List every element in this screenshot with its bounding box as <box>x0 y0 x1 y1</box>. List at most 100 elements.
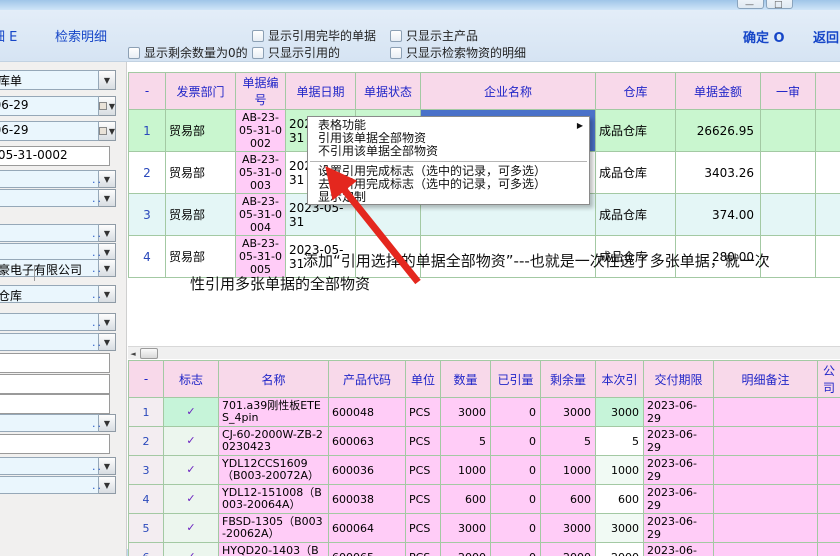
combo-input[interactable] <box>0 333 99 351</box>
detail-cell-unit[interactable]: PCS <box>406 543 441 556</box>
doc-cell-amount[interactable]: 3403.26 <box>676 152 761 194</box>
detail-cell-company[interactable] <box>818 398 840 427</box>
detail-cell-this_cite[interactable]: 600 <box>596 485 644 514</box>
detail-column-header[interactable]: 标志 <box>164 361 219 398</box>
doc-cell-dept[interactable]: 贸易部 <box>166 110 236 152</box>
detail-cell-remark[interactable] <box>714 543 818 556</box>
doc-column-header[interactable]: 仓库 <box>596 73 676 110</box>
lookup-dots-link[interactable]: .. <box>92 173 103 186</box>
detail-row[interactable]: 3✓YDL12CCS1609（B003-20072A）600036PCS1000… <box>129 456 840 485</box>
detail-cell-name[interactable]: YDL12-151008（B003-20064A） <box>219 485 329 514</box>
menu-item[interactable]: 不引用该单据全部物资 <box>308 145 589 158</box>
doc-column-header[interactable]: 单据日期 <box>286 73 356 110</box>
doc-cell-num[interactable]: 2 <box>129 152 166 194</box>
return-link[interactable]: 返回 <box>813 27 839 46</box>
lookup-dots-link[interactable]: .. <box>92 288 103 301</box>
detail-cell-this_cite[interactable]: 3000 <box>596 514 644 543</box>
doc-cell-doc_no[interactable]: AB-23-05-31-0005 <box>236 236 286 278</box>
maximize-button[interactable]: □ <box>766 0 793 9</box>
detail-cell-remark[interactable] <box>714 514 818 543</box>
checkbox-only-main-product[interactable]: 只显示主产品 <box>390 27 478 44</box>
detail-cell-code[interactable]: 600063 <box>329 427 406 456</box>
detail-cell-name[interactable]: FBSD-1305（B003-20062A） <box>219 514 329 543</box>
combo-input[interactable] <box>0 189 99 207</box>
filter-field[interactable]: ▼.. <box>0 457 116 475</box>
doc-column-header[interactable]: 单据编号 <box>236 73 286 110</box>
menu-item[interactable]: 显示定制 <box>308 191 589 204</box>
check-mark-icon[interactable]: ✓ <box>164 543 219 556</box>
detail-cell-remain[interactable]: 1000 <box>541 456 596 485</box>
doc-cell-doc_no[interactable]: AB-23-05-31-0002 <box>236 110 286 152</box>
detail-column-header[interactable]: 本次引 <box>596 361 644 398</box>
checkbox-show-zero-remaining[interactable]: 显示剩余数量为0的 <box>128 44 248 61</box>
doc-cell-extra[interactable] <box>816 194 840 236</box>
detail-cell-cited[interactable]: 0 <box>491 398 541 427</box>
detail-cell-remark[interactable] <box>714 485 818 514</box>
detail-column-header[interactable]: 交付期限 <box>644 361 714 398</box>
detail-cell-remark[interactable] <box>714 456 818 485</box>
detail-cell-num[interactable]: 4 <box>129 485 164 514</box>
detail-cell-code[interactable]: 600036 <box>329 456 406 485</box>
detail-row[interactable]: 5✓FBSD-1305（B003-20062A）600064PCS3000030… <box>129 514 840 543</box>
text-input[interactable]: -23-05-31-0002 <box>0 146 110 166</box>
doc-column-header[interactable] <box>816 73 840 110</box>
check-mark-icon[interactable]: ✓ <box>164 427 219 456</box>
text-input[interactable] <box>0 434 110 454</box>
menu-item[interactable]: 去掉引用完成标志（选中的记录，可多选） <box>308 178 589 191</box>
horizontal-scrollbar[interactable]: ◄ <box>128 346 840 359</box>
detail-cell-deadline[interactable]: 2023-06-29 <box>644 543 714 556</box>
detail-cell-qty[interactable]: 2000 <box>441 543 491 556</box>
combo-input[interactable]: 州瑞豪电子有限公司 <box>0 259 99 277</box>
combo-input[interactable] <box>0 476 99 494</box>
partial-link[interactable]: 细 E <box>0 26 17 45</box>
combo-input[interactable] <box>0 313 99 331</box>
lookup-dots-link[interactable]: .. <box>92 227 103 240</box>
detail-cell-this_cite[interactable]: 3000 <box>596 398 644 427</box>
scrollbar-thumb[interactable] <box>140 348 158 359</box>
filter-field[interactable]: 23-06-29▼ <box>0 121 116 141</box>
detail-cell-name[interactable]: 701.a39刚性板ETES_4pin <box>219 398 329 427</box>
filter-field[interactable] <box>0 353 110 373</box>
doc-cell-extra[interactable] <box>816 152 840 194</box>
calendar-dropdown-icon[interactable]: ▼ <box>99 121 116 141</box>
lookup-dots-link[interactable]: .. <box>92 479 103 492</box>
detail-cell-deadline[interactable]: 2023-06-29 <box>644 485 714 514</box>
detail-cell-code[interactable]: 600038 <box>329 485 406 514</box>
detail-cell-company[interactable] <box>818 456 840 485</box>
detail-column-header[interactable]: - <box>129 361 164 398</box>
detail-cell-remark[interactable] <box>714 398 818 427</box>
combo-input[interactable]: 购入库单 <box>0 70 99 90</box>
detail-cell-code[interactable]: 600065 <box>329 543 406 556</box>
combo-input[interactable] <box>0 224 99 242</box>
doc-cell-num[interactable]: 4 <box>129 236 166 278</box>
detail-cell-unit[interactable]: PCS <box>406 427 441 456</box>
detail-cell-remain[interactable]: 600 <box>541 485 596 514</box>
detail-cell-company[interactable] <box>818 485 840 514</box>
doc-cell-doc_no[interactable]: AB-23-05-31-0004 <box>236 194 286 236</box>
detail-cell-unit[interactable]: PCS <box>406 398 441 427</box>
detail-cell-num[interactable]: 1 <box>129 398 164 427</box>
scroll-left-icon[interactable]: ◄ <box>128 348 138 359</box>
doc-cell-amount[interactable]: 374.00 <box>676 194 761 236</box>
filter-field[interactable]: -23-05-31-0002 <box>0 146 110 166</box>
lookup-dots-link[interactable]: .. <box>92 246 103 259</box>
doc-column-header[interactable]: 单据金额 <box>676 73 761 110</box>
filter-field[interactable]: 23-06-29▼ <box>0 96 116 116</box>
detail-cell-qty[interactable]: 3000 <box>441 514 491 543</box>
lookup-dots-link[interactable]: .. <box>92 336 103 349</box>
detail-cell-code[interactable]: 600048 <box>329 398 406 427</box>
text-input[interactable] <box>0 353 110 373</box>
detail-cell-name[interactable]: HYQD20-1403（B003-20078A） <box>219 543 329 556</box>
detail-column-header[interactable]: 公司 <box>818 361 840 398</box>
detail-cell-deadline[interactable]: 2023-06-29 <box>644 427 714 456</box>
detail-cell-cited[interactable]: 0 <box>491 543 541 556</box>
doc-column-header[interactable]: 单据状态 <box>356 73 421 110</box>
doc-cell-extra[interactable] <box>816 236 840 278</box>
detail-cell-unit[interactable]: PCS <box>406 514 441 543</box>
detail-column-header[interactable]: 明细备注 <box>714 361 818 398</box>
doc-cell-review[interactable] <box>761 152 816 194</box>
doc-cell-warehouse[interactable]: 成品仓库 <box>596 110 676 152</box>
lookup-dots-link[interactable]: .. <box>92 192 103 205</box>
doc-cell-num[interactable]: 3 <box>129 194 166 236</box>
detail-column-header[interactable]: 产品代码 <box>329 361 406 398</box>
